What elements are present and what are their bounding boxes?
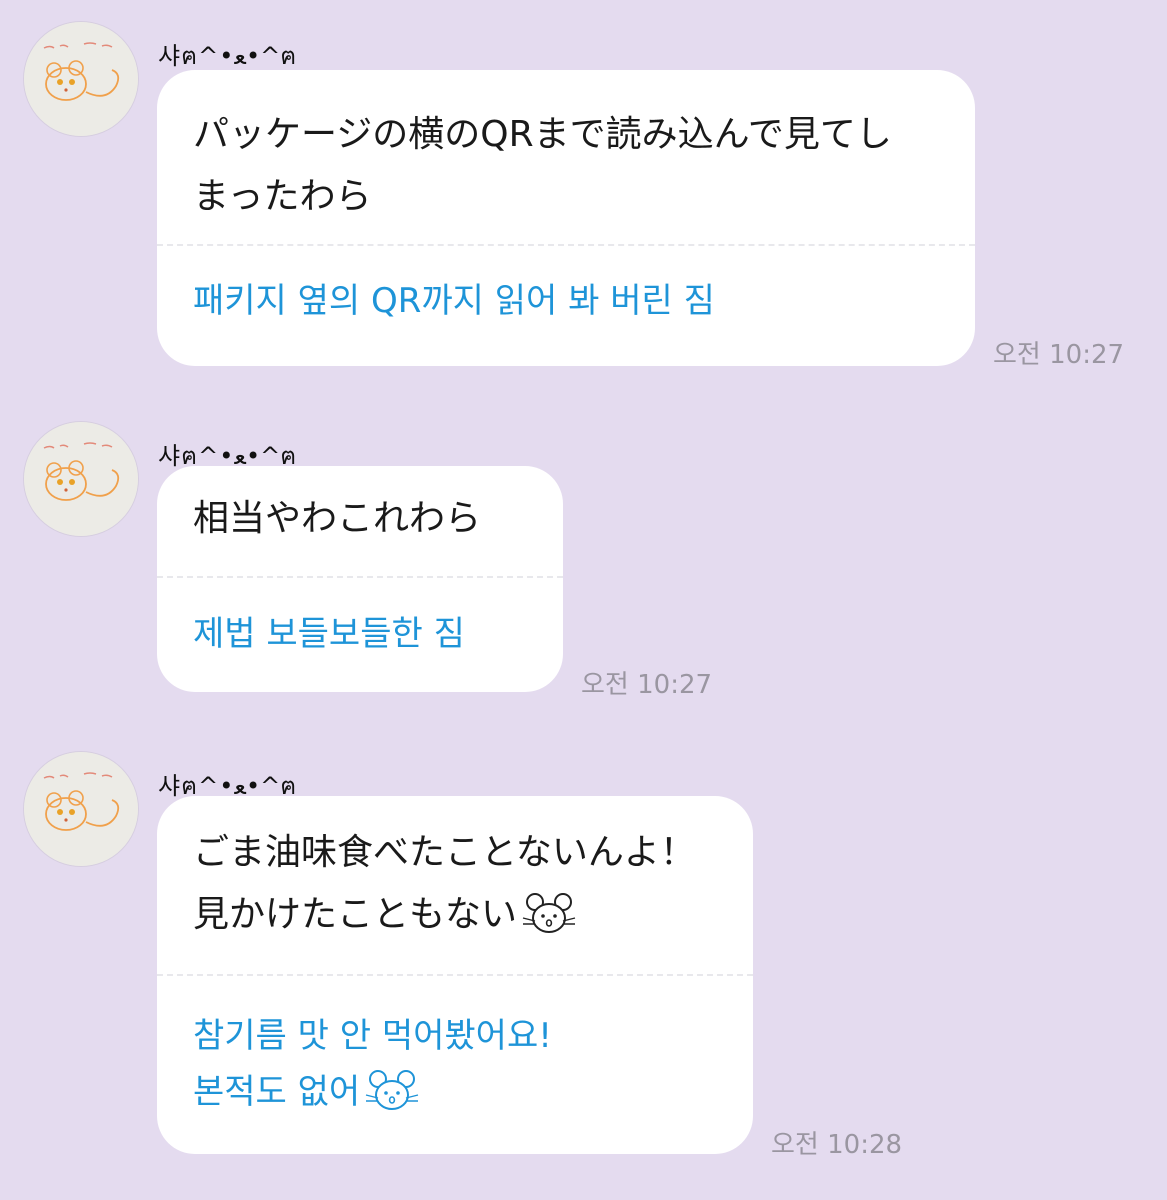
avatar-drawing-icon: [24, 422, 138, 536]
original-text: パッケージの横のQRまで読み込んで見てし まったわら: [193, 114, 892, 217]
avatar-drawing-icon: [24, 752, 138, 866]
message-bubble[interactable]: ごま油味食べたことないんよ！ 見かけたこともない 참기름 맛 안 먹어봤어요! …: [157, 796, 753, 1154]
avatar[interactable]: [24, 22, 138, 136]
translation-text: 패키지 옆의 QR까지 읽어 봐 버린 짐: [193, 281, 715, 321]
mouse-face-icon: [366, 1070, 419, 1110]
original-text: 相当やわこれわら: [193, 498, 482, 539]
translation-text: 제법 보들보들한 짐: [193, 614, 465, 654]
mouse-face-icon: [522, 893, 576, 933]
timestamp: 오전 10:27: [993, 340, 1125, 370]
avatar[interactable]: [24, 422, 138, 536]
bubble-divider: [157, 244, 975, 246]
timestamp: 오전 10:28: [771, 1130, 903, 1160]
chat-area: 샤ฅ^•ﻌ•^ฅ パッケージの横のQRまで読み込んで見てし まったわら 패키지 …: [0, 0, 1167, 1200]
bubble-divider: [157, 974, 753, 976]
timestamp: 오전 10:27: [581, 670, 713, 700]
bubble-divider: [157, 576, 563, 578]
avatar[interactable]: [24, 752, 138, 866]
original-text-content: ごま油味食べたことないんよ！ 見かけたこともない: [193, 832, 696, 935]
message-bubble[interactable]: パッケージの横のQRまで読み込んで見てし まったわら 패키지 옆의 QR까지 읽…: [157, 70, 975, 366]
translation-text: 참기름 맛 안 먹어봤어요! 본적도 없어: [193, 1008, 729, 1120]
original-text: ごま油味食べたことないんよ！ 見かけたこともない: [157, 796, 753, 946]
avatar-drawing-icon: [24, 22, 138, 136]
message-bubble[interactable]: 相当やわこれわら 제법 보들보들한 짐: [157, 466, 563, 692]
